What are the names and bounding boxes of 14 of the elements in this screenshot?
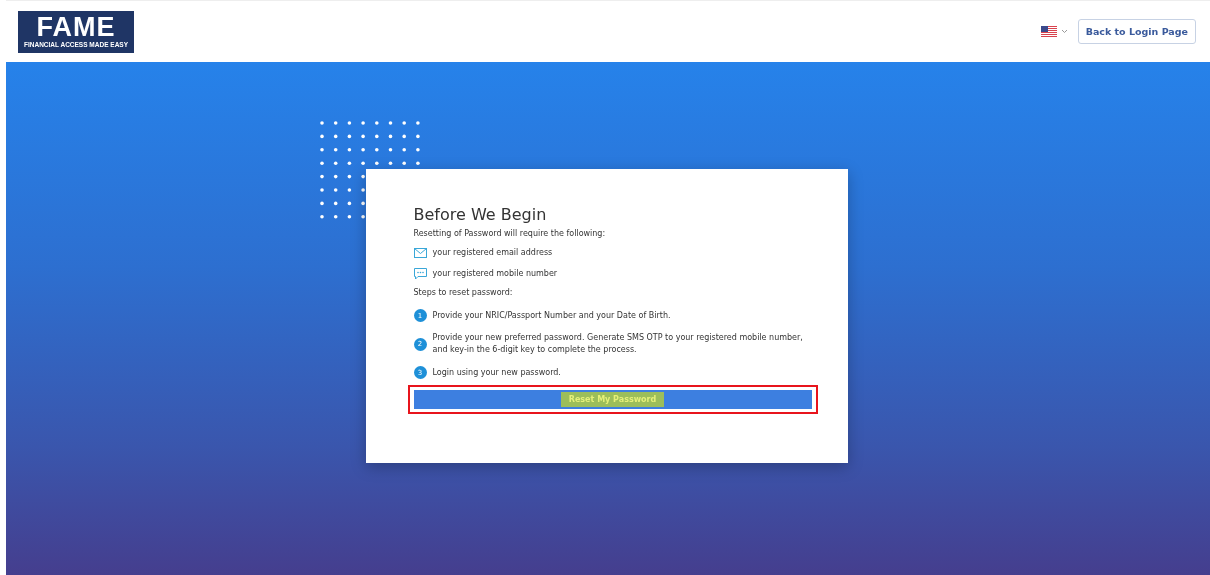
requirement-text: your registered email address <box>432 247 553 259</box>
flag-icon[interactable] <box>1040 26 1057 37</box>
step-text: Provide your new preferred password. Generate SMS OTP to your registered mobile number, and key-in the 6-digit key to complete the process. <box>432 332 804 356</box>
step-text: Provide your NRIC/Passport Number and your Date of Birth. <box>432 309 671 322</box>
step-text: Login using your new password. <box>432 366 561 379</box>
steps-heading: Steps to reset password: <box>413 287 513 299</box>
chat-icon <box>413 268 427 280</box>
logo-title: FAME <box>36 14 116 41</box>
card-title: Before We Begin <box>413 205 548 224</box>
back-to-login-button[interactable]: Back to Login Page <box>1077 19 1196 44</box>
requirement-text: your registered mobile number <box>432 268 558 280</box>
envelope-icon <box>413 248 427 258</box>
intro-text: Resetting of Password will require the following: <box>413 228 607 240</box>
chevron-icon[interactable] <box>1060 29 1068 34</box>
